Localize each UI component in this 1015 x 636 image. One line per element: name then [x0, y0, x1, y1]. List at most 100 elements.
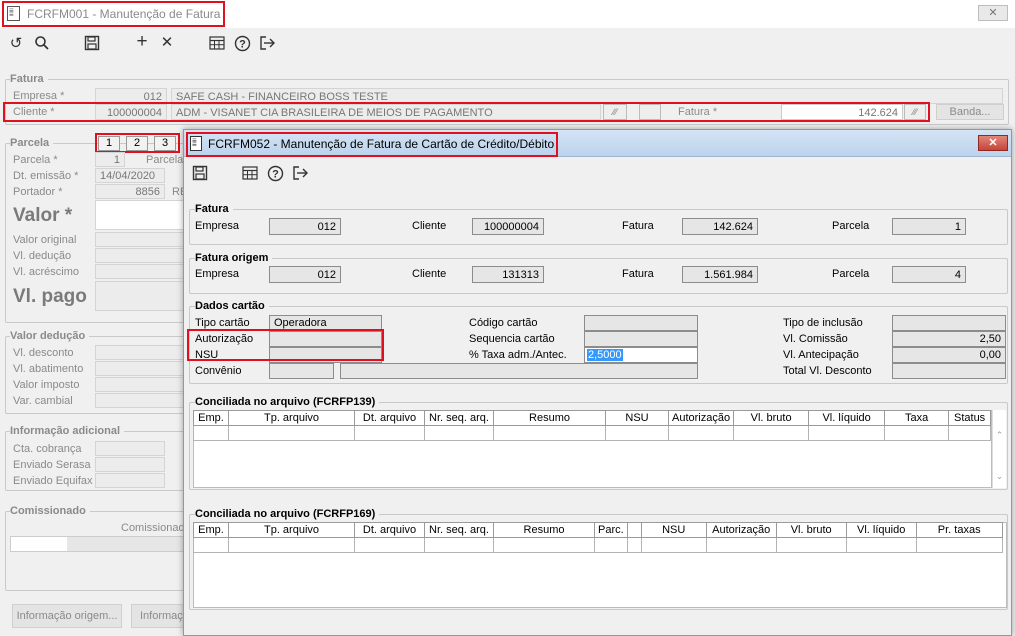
grid2-col-parc[interactable]: Parc.	[594, 522, 628, 538]
grid1-col-resumo[interactable]: Resumo	[493, 410, 606, 426]
bg-vl-desconto-label: Vl. desconto	[13, 347, 74, 359]
grid2-col-nr-seq[interactable]: Nr. seq. arq.	[424, 522, 494, 538]
save-icon[interactable]	[82, 33, 102, 53]
grid1-col-nr-seq[interactable]: Nr. seq. arq.	[424, 410, 494, 426]
dlg-tipo-cartao-value[interactable]: Operadora	[269, 315, 382, 331]
parcela-tab-2[interactable]: 2	[126, 136, 148, 151]
bg-vl-acrescimo-value	[95, 264, 190, 279]
grid1-col-status[interactable]: Status	[948, 410, 992, 426]
bg-fatura-lookup-icon[interactable]: ⁄⁄⁄	[904, 104, 926, 120]
parcela-tab-3[interactable]: 3	[154, 136, 176, 151]
bg-empresa-label: Empresa *	[13, 90, 65, 102]
bg-empresa-name: SAFE CASH - FINANCEIRO BOSS TESTE	[171, 88, 1003, 104]
dialog-close-button[interactable]: ✕	[978, 135, 1008, 151]
bg-vl-acrescimo-label: Vl. acréscimo	[13, 266, 80, 278]
grid2-col-tp-arquivo[interactable]: Tp. arquivo	[228, 522, 355, 538]
dialog-exit-icon[interactable]	[290, 163, 310, 183]
grid2-col-dt-arquivo[interactable]: Dt. arquivo	[354, 522, 425, 538]
dlg-origem-fatura-label: Fatura	[622, 268, 654, 280]
grid2-col-vl-liquido[interactable]: Vl. líquido	[845, 522, 917, 538]
grid1-col-emp[interactable]: Emp.	[193, 410, 229, 426]
grid2-col-autorizacao[interactable]: Autorização	[705, 522, 777, 538]
dlg-nsu-label: NSU	[195, 349, 219, 361]
dlg-convenio-label: Convênio	[195, 365, 242, 377]
dlg-nsu-value[interactable]	[269, 347, 382, 363]
dlg-grid1-header-row: Emp. Tp. arquivo Dt. arquivo Nr. seq. ar…	[193, 410, 992, 426]
grid2-col-resumo[interactable]: Resumo	[493, 522, 595, 538]
bg-dt-emissao-value[interactable]: 14/04/2020	[95, 168, 165, 183]
bg-comissionado-col: Comissionad	[121, 522, 185, 534]
search-icon[interactable]	[32, 33, 52, 53]
card-dialog: ≡ ≡ FCRFM052 - Manutenção de Fatura de Ca…	[183, 129, 1012, 636]
undo-icon[interactable]: ↺	[6, 33, 26, 53]
dlg-codigo-cartao-value[interactable]	[584, 315, 698, 331]
grid2-col-emp[interactable]: Emp.	[193, 522, 229, 538]
grid1-col-tp-arquivo[interactable]: Tp. arquivo	[228, 410, 355, 426]
bg-fatura-value[interactable]: 142.624	[781, 104, 903, 120]
grid2-col-pr-taxas[interactable]: Pr. taxas	[915, 522, 1003, 538]
bg-parcela-value[interactable]: 1	[95, 152, 125, 167]
bg-window-title: FCRFM001 - Manutenção de Fatura	[27, 7, 221, 21]
dlg-tipo-inclusao-label: Tipo de inclusão	[783, 317, 863, 329]
dialog-calculator-icon[interactable]	[240, 163, 260, 183]
dlg-vl-antecipacao-value: 0,00	[892, 347, 1006, 363]
table-row[interactable]	[193, 425, 992, 441]
grid2-col-nsu[interactable]: NSU	[640, 522, 707, 538]
dlg-fatura-title: Fatura	[195, 203, 233, 215]
grid2-col-vl-bruto[interactable]: Vl. bruto	[775, 522, 847, 538]
exit-icon[interactable]	[257, 33, 277, 53]
table-row[interactable]	[193, 537, 1003, 553]
dlg-autorizacao-value[interactable]	[269, 331, 382, 347]
grid1-scrollbar[interactable]: ⌃ ⌄	[992, 410, 1006, 488]
dlg-sequencia-cartao-value[interactable]	[584, 331, 698, 347]
grid1-col-vl-bruto[interactable]: Vl. bruto	[733, 410, 810, 426]
bg-blank-field[interactable]	[639, 104, 661, 120]
banda-button[interactable]: Banda...	[936, 104, 1004, 120]
grid1-col-nsu[interactable]: NSU	[605, 410, 669, 426]
grid1-scroll-up-icon[interactable]: ⌃	[993, 430, 1006, 441]
dlg-tipo-inclusao-value[interactable]	[892, 315, 1006, 331]
dialog-help-icon[interactable]: ?	[265, 163, 285, 183]
bg-enviado-serasa-label: Enviado Serasa	[13, 459, 91, 471]
dlg-autorizacao-label: Autorização	[195, 333, 254, 345]
bg-close-button[interactable]: ✕	[978, 5, 1008, 21]
bg-cliente-code[interactable]: 100000004	[95, 104, 167, 120]
dlg-convenio-code[interactable]	[269, 363, 334, 379]
dlg-origem-parcela-value: 4	[892, 266, 966, 283]
help-icon[interactable]: ?	[232, 33, 252, 53]
grid1-col-autorizacao[interactable]: Autorização	[667, 410, 735, 426]
add-icon[interactable]: +	[132, 31, 152, 52]
delete-icon[interactable]: ✕	[157, 32, 177, 52]
bg-dt-emissao-label: Dt. emissão *	[13, 170, 79, 182]
bg-empresa-code[interactable]: 012	[95, 88, 167, 104]
dialog-title: FCRFM052 - Manutenção de Fatura de Cartã…	[208, 137, 555, 151]
calculator-icon[interactable]	[207, 33, 227, 53]
bg-info-title: Informação adicional	[10, 425, 125, 437]
bg-valor-value[interactable]	[95, 200, 190, 230]
dialog-save-icon[interactable]	[190, 163, 210, 183]
bg-cta-cobranca-value	[95, 441, 165, 456]
parcela-tab-1[interactable]: 1	[98, 136, 120, 151]
bg-parcela-title: Parcela	[10, 137, 54, 149]
bg-comissionado-title: Comissionado	[10, 505, 90, 517]
grid2-col-blank[interactable]	[626, 522, 642, 538]
bg-valor-original-value	[95, 232, 190, 247]
bg-cta-cobranca-label: Cta. cobrança	[13, 443, 82, 455]
dlg-grid2-title: Conciliada no arquivo (FCRFP169)	[195, 508, 380, 520]
bg-cliente-lookup-icon[interactable]: ⁄⁄⁄	[603, 104, 627, 120]
grid1-col-vl-liquido[interactable]: Vl. líquido	[808, 410, 886, 426]
bg-fatura-title: Fatura	[10, 73, 48, 85]
info-trunc-button[interactable]: Informaç	[131, 604, 191, 628]
bg-valor-original-label: Valor original	[13, 234, 77, 246]
grid1-col-dt-arquivo[interactable]: Dt. arquivo	[354, 410, 425, 426]
bg-vl-abatimento-value	[95, 361, 190, 376]
bg-portador-value[interactable]: 8856	[95, 184, 165, 199]
dlg-origem-empresa-label: Empresa	[195, 268, 240, 280]
grid1-scroll-down-icon[interactable]: ⌄	[993, 471, 1006, 482]
dlg-taxa-label: % Taxa adm./Antec.	[469, 349, 567, 361]
dlg-origem-cliente-label: Cliente	[412, 268, 447, 280]
info-origem-button[interactable]: Informação origem...	[12, 604, 122, 628]
grid1-col-taxa[interactable]: Taxa	[884, 410, 950, 426]
dlg-parcela-label: Parcela	[832, 220, 870, 232]
dlg-taxa-input[interactable]: 2,5000	[584, 347, 698, 363]
